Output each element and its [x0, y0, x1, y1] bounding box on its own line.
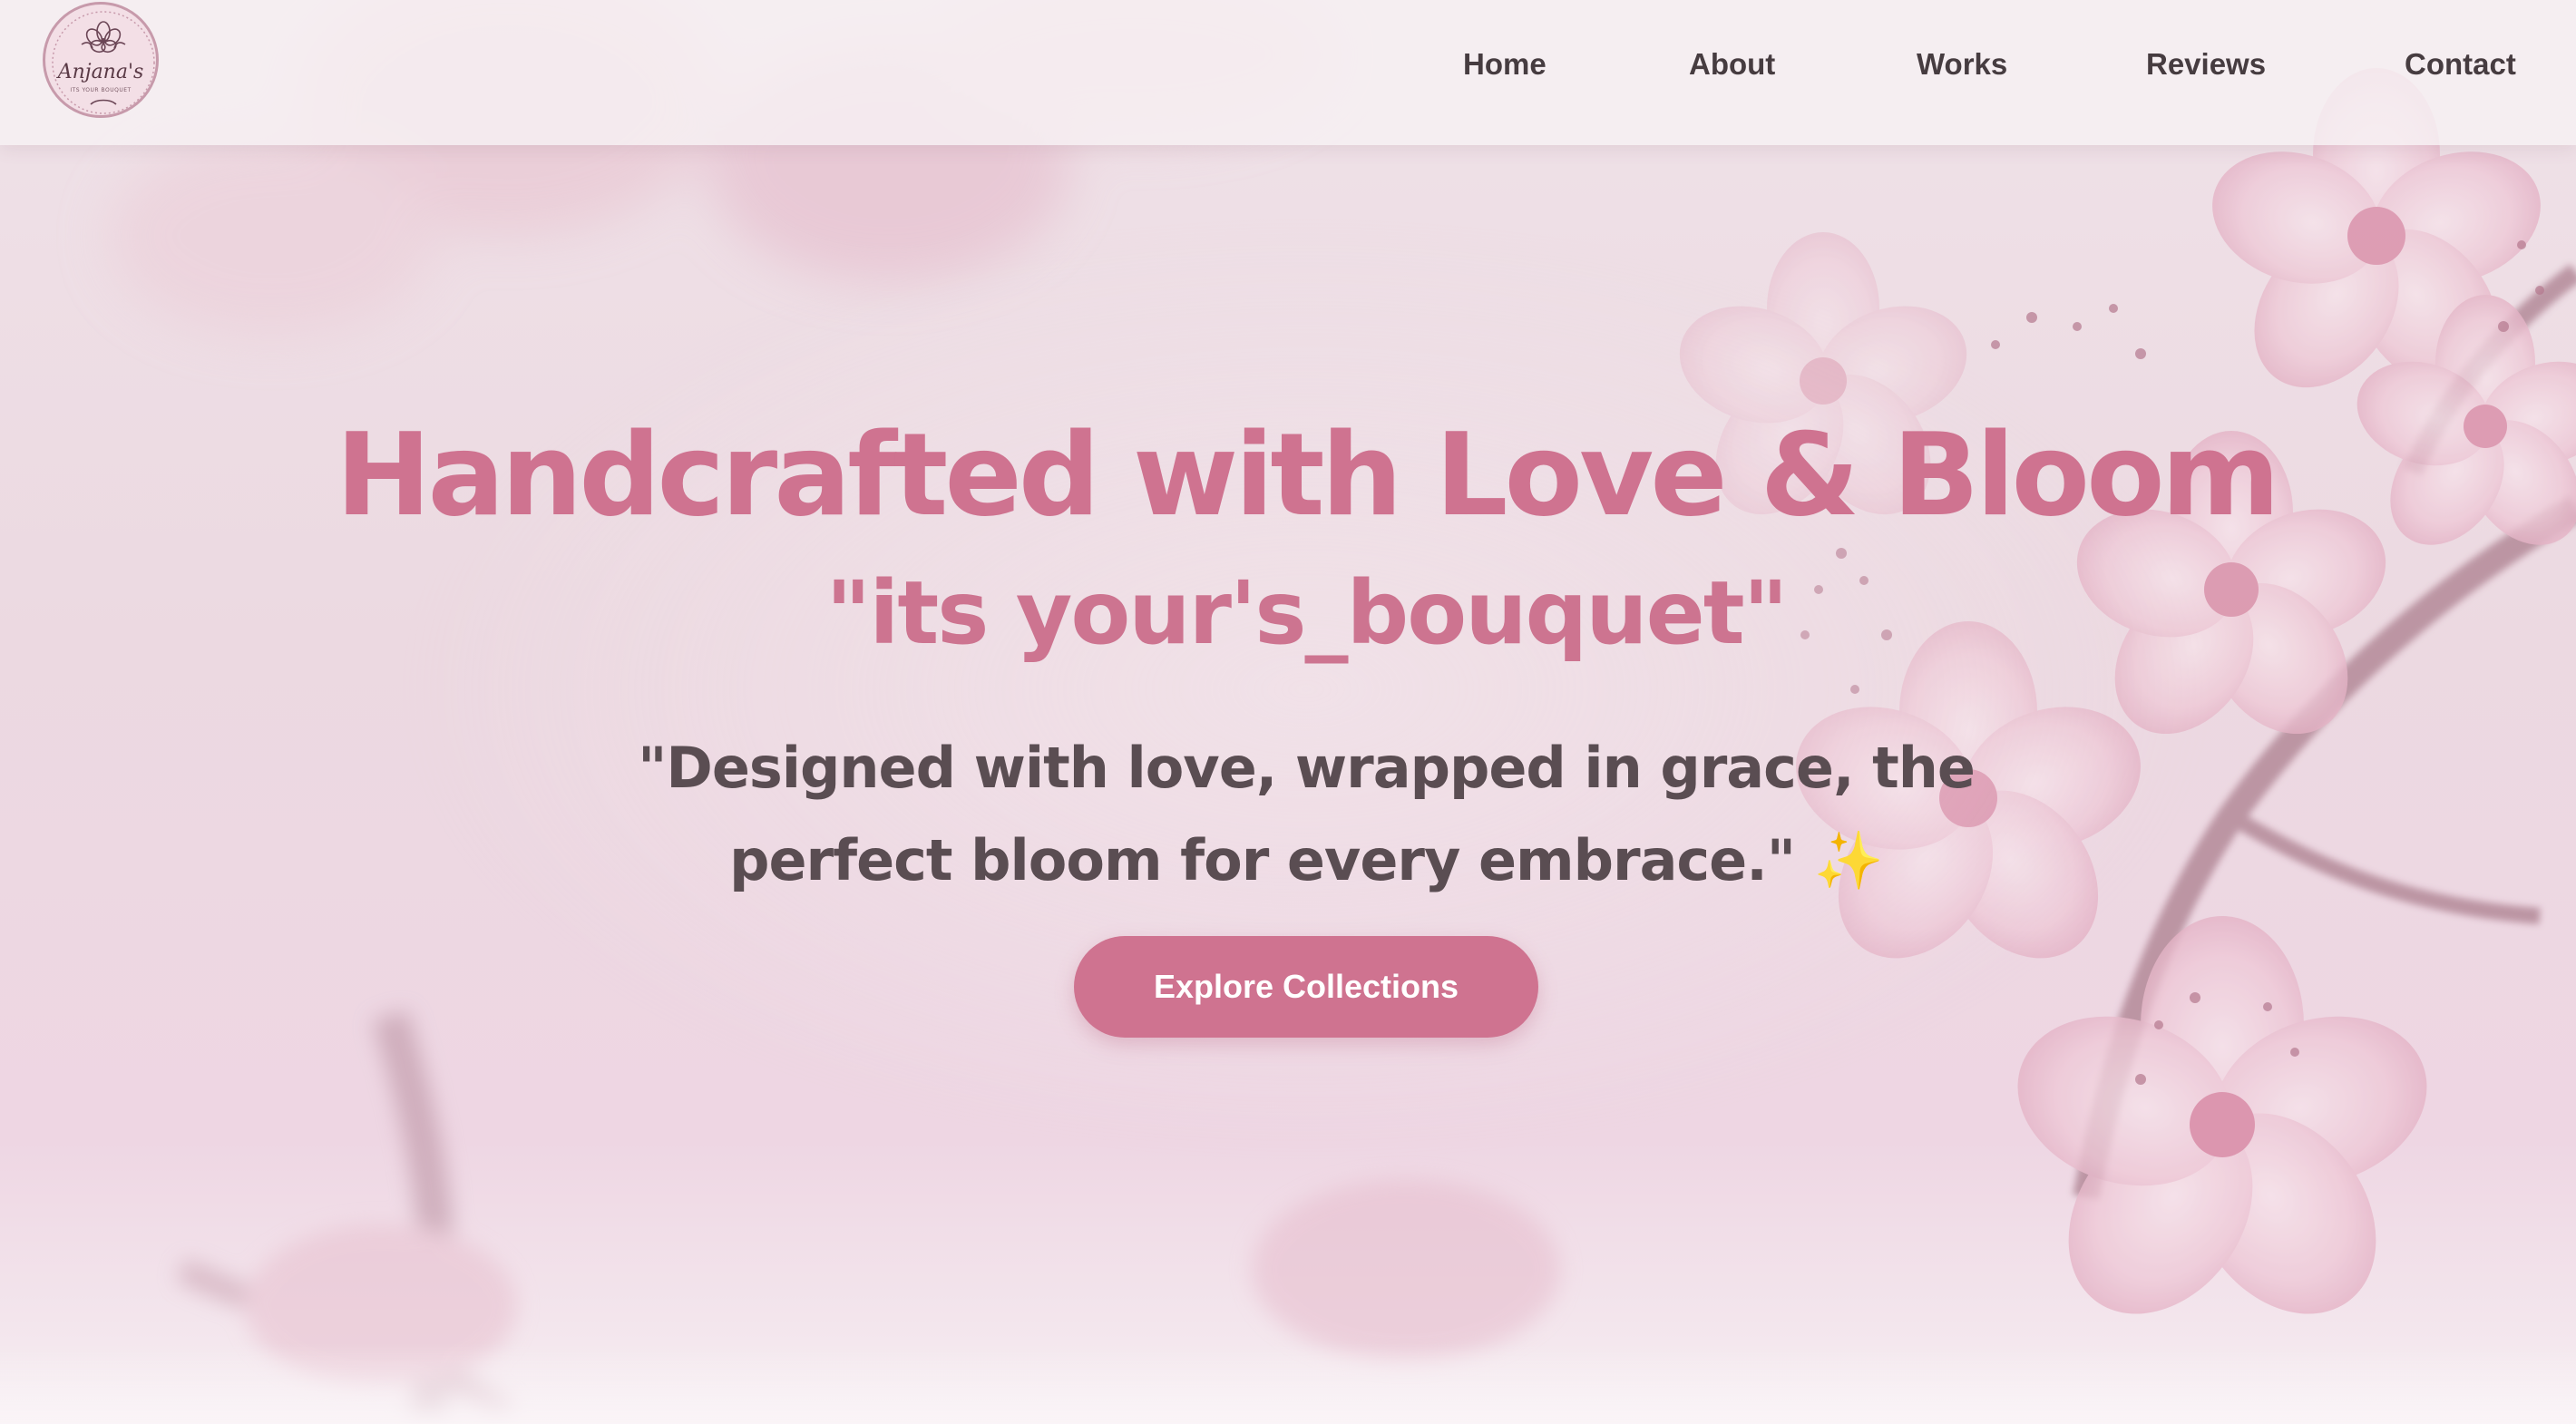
hero-title: Handcrafted with Love & Bloom — [336, 408, 2280, 541]
logo-tagline: ITS YOUR BOUQUET — [70, 87, 132, 93]
nav-reviews[interactable]: Reviews — [2146, 47, 2266, 82]
hero-quote-line-2: perfect bloom for every embrace." ✨ — [562, 814, 2050, 907]
nav-contact[interactable]: Contact — [2405, 47, 2516, 82]
landing-page: Anjana's ITS YOUR BOUQUET Home About Wor… — [0, 0, 2576, 1424]
cherry-blossom-background — [109, 0, 2576, 1424]
nav-works[interactable]: Works — [1917, 47, 2007, 82]
nav-home[interactable]: Home — [1463, 47, 1547, 82]
sparkles-icon: ✨ — [1813, 827, 1884, 893]
main-nav: Home About Works Reviews Contact — [0, 47, 2576, 87]
site-header: Anjana's ITS YOUR BOUQUET Home About Wor… — [0, 0, 2576, 145]
bottom-fade — [0, 1342, 2576, 1424]
hero-subtitle: "its your's_bouquet" — [825, 562, 1788, 664]
hero-quote: "Designed with love, wrapped in grace, t… — [562, 722, 2050, 907]
nav-about[interactable]: About — [1689, 47, 1775, 82]
hero-quote-line-2-text: perfect bloom for every embrace." — [729, 827, 1796, 893]
hero-quote-line-1: "Designed with love, wrapped in grace, t… — [638, 735, 1976, 801]
explore-collections-button[interactable]: Explore Collections — [1074, 936, 1538, 1038]
